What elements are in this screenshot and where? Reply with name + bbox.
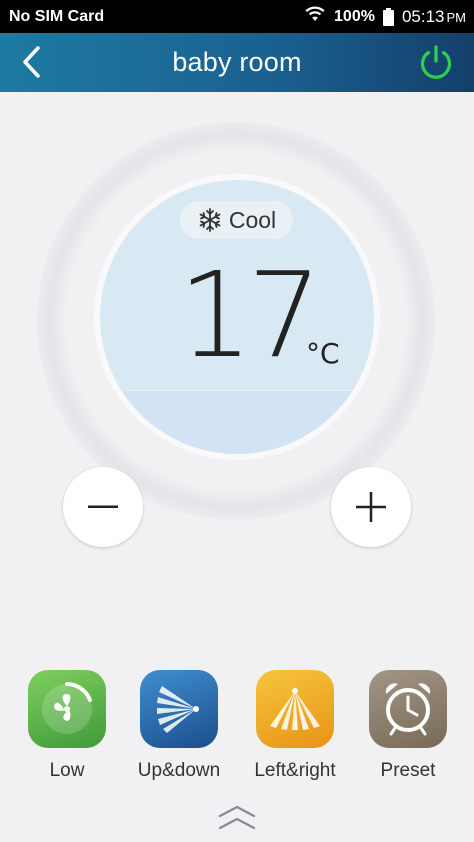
double-chevron-up-icon [218, 805, 256, 830]
preset-label: Preset [380, 760, 436, 781]
back-button[interactable] [10, 41, 52, 83]
chevron-left-icon [23, 46, 40, 78]
app-header: baby room [0, 33, 474, 92]
minus-icon [88, 505, 118, 508]
mode-selector[interactable]: Cool [180, 201, 293, 239]
decrease-temperature-button[interactable] [63, 467, 143, 547]
horizontal-swing-label: Left&right [254, 760, 336, 781]
clock-ampm: PM [446, 9, 467, 25]
vertical-swing-button[interactable]: Up&down [124, 670, 234, 782]
alarm-clock-icon [385, 683, 431, 736]
carrier-label: No SIM Card [9, 7, 105, 25]
horizontal-swing-icon [270, 688, 320, 730]
clock: 05:13 PM [402, 7, 466, 27]
page-title: baby room [172, 47, 302, 77]
clock-time: 05:13 [401, 6, 445, 26]
fan-speed-label: Low [49, 760, 85, 781]
temperature-unit: °C [306, 337, 340, 370]
horizontal-swing-button[interactable]: Left&right [240, 670, 350, 782]
preset-tile [369, 670, 447, 748]
expand-panel-button[interactable] [218, 804, 256, 832]
increase-temperature-button[interactable] [331, 467, 411, 547]
horizontal-swing-tile [256, 670, 334, 748]
vertical-swing-tile [140, 670, 218, 748]
vertical-swing-label: Up&down [137, 760, 221, 781]
battery-percent: 100% [334, 7, 375, 25]
mode-label: Cool [228, 206, 277, 233]
snowflake-icon [199, 208, 221, 232]
power-icon [420, 45, 452, 79]
temperature-value: 17 [178, 246, 322, 384]
vertical-swing-icon [157, 686, 199, 733]
power-button[interactable] [416, 43, 456, 83]
dial-lower-band [100, 390, 374, 454]
status-bar: No SIM Card 100% 05:13 PM [0, 0, 474, 33]
wifi-icon [304, 6, 326, 27]
fan-speed-tile [28, 670, 106, 748]
fan-speed-button[interactable]: Low [12, 670, 122, 782]
fan-icon [42, 682, 92, 734]
control-bar: Low Up&down Left&right Preset [0, 670, 474, 790]
battery-icon [382, 7, 394, 26]
status-indicators: 100% 05:13 PM [304, 6, 466, 27]
plus-icon [356, 492, 386, 522]
preset-button[interactable]: Preset [353, 670, 463, 782]
